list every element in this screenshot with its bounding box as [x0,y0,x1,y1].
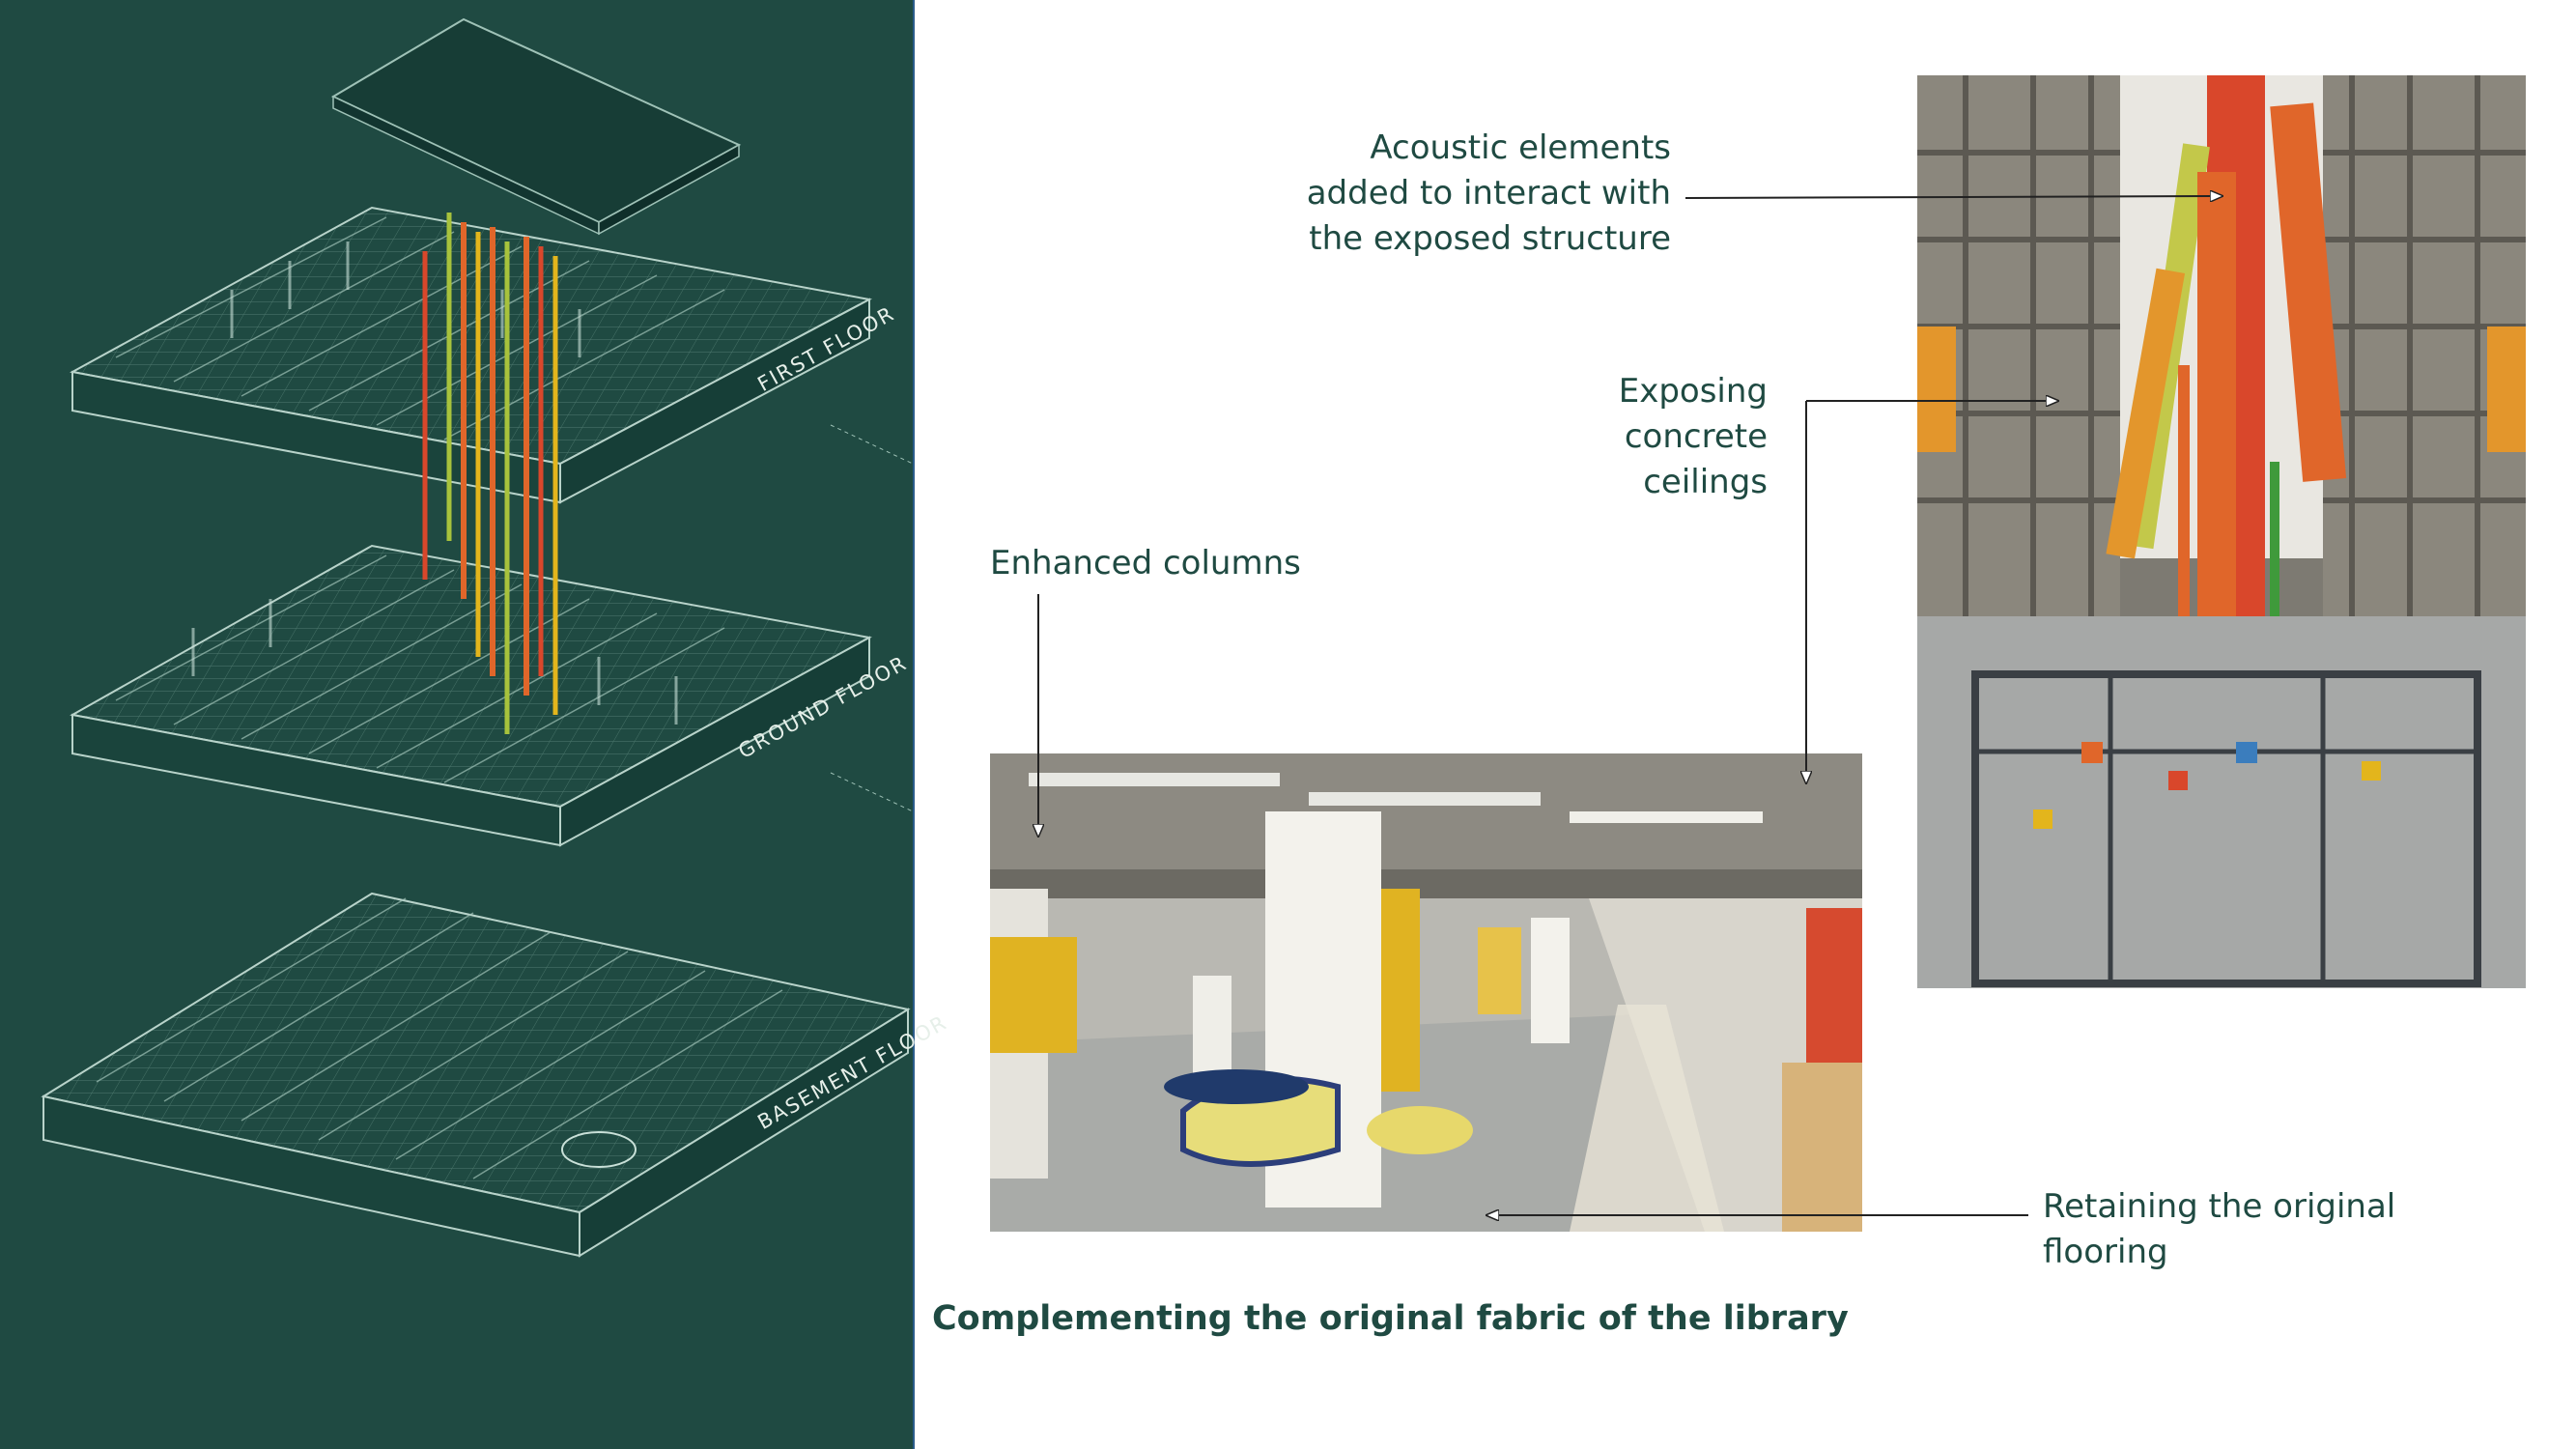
callout-columns-line-1: Enhanced columns [990,544,1301,582]
basement-floor-plate [41,892,911,1258]
library-interior-photo [990,753,1862,1232]
roof-slab [330,17,742,236]
callout-acoustic-line-1: Acoustic elements [1370,128,1671,167]
callout-acoustic: Acoustic elements added to interact with… [1256,126,1671,262]
callout-acoustic-line-3: the exposed structure [1309,219,1671,258]
callout-acoustic-line-2: added to interact with [1306,174,1671,213]
callout-flooring: Retaining the original flooring [2043,1184,2395,1275]
callout-concrete-line-3: ceilings [1643,463,1768,501]
first-floor-plate [70,206,873,504]
callout-concrete-line-2: concrete [1624,417,1768,456]
footer-title: Complementing the original fabric of the… [932,1299,1849,1338]
atrium-acoustic-photo [1917,75,2526,988]
callout-concrete-line-1: Exposing [1618,372,1768,411]
callout-columns: Enhanced columns [990,541,1301,586]
ground-floor-plate [70,544,872,847]
callout-concrete: Exposing concrete ceilings [1516,369,1768,505]
exploded-axonometric-diagram: FIRST FLOOR GROUND FLOOR BASEMENT FLOOR [0,0,951,1449]
callout-flooring-line-1: Retaining the original [2043,1187,2396,1226]
projection-lines [830,424,913,812]
callout-flooring-line-2: flooring [2043,1233,2168,1271]
